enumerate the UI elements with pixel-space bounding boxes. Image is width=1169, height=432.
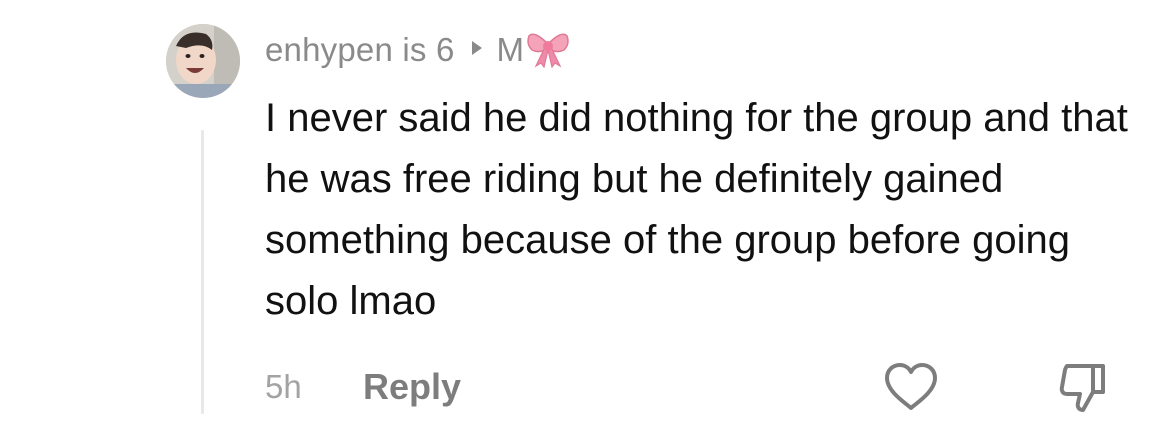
thread-line — [201, 130, 204, 414]
avatar[interactable] — [166, 24, 240, 98]
ribbon-bow-emoji — [526, 28, 570, 73]
comment-text: I never said he did nothing for the grou… — [265, 96, 1128, 323]
timestamp: 5h — [265, 368, 302, 405]
avatar-image — [166, 24, 240, 98]
reply-button[interactable]: Reply — [363, 366, 461, 408]
thumbs-down-outline-icon[interactable] — [1057, 362, 1109, 414]
heart-outline-icon[interactable] — [883, 362, 939, 412]
caret-right-icon — [471, 40, 483, 61]
username[interactable]: enhypen is 6 — [265, 31, 455, 69]
comment-footer: 5h Reply — [265, 360, 1145, 416]
comment-header: enhypen is 6 M — [265, 28, 570, 72]
reply-to-username[interactable]: M — [497, 31, 525, 69]
